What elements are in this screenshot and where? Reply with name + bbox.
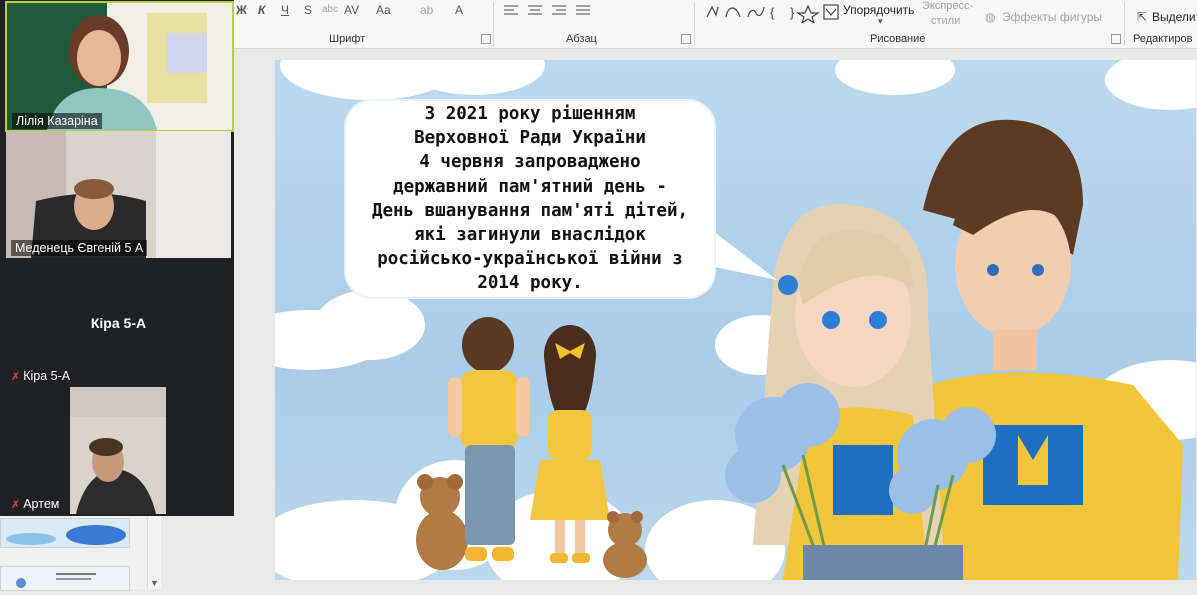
highlight-icon[interactable]: ab: [420, 1, 433, 19]
font-group-label: Шрифт: [329, 33, 366, 45]
paragraph-dialog-launcher-icon[interactable]: [681, 34, 691, 44]
editing-group-label: Редактиров: [1133, 33, 1193, 45]
participant-name: Кіра 5-А: [23, 369, 71, 383]
teens-illustration: [725, 119, 1183, 580]
participant-name-tag: ✗ Кіра 5-А: [11, 368, 74, 384]
participant-name-tag: ✗ Артем: [11, 496, 63, 512]
svg-text:{: {: [770, 5, 775, 20]
font-dialog-launcher-icon[interactable]: [481, 34, 491, 44]
slide-thumbnail[interactable]: [0, 518, 130, 548]
cursor-icon[interactable]: ⇱: [1137, 8, 1147, 26]
bubble-line: 2014 року.: [477, 273, 583, 294]
participant-video: [7, 3, 232, 130]
bubble-line: які загинули внаслідок: [414, 225, 646, 246]
drawing-dialog-launcher-icon[interactable]: [1111, 34, 1121, 44]
thumbnail-art: [16, 573, 96, 588]
select-button[interactable]: Выделить: [1152, 8, 1197, 26]
thumbnail-art: [6, 525, 126, 545]
divider: [493, 2, 494, 46]
scroll-down-icon[interactable]: ▼: [150, 578, 159, 588]
arrange-dropdown-icon[interactable]: ▾: [878, 12, 883, 30]
bubble-line: російсько-української війни з: [377, 249, 683, 270]
participant-tile[interactable]: Кіра 5-А ✗ Кіра 5-А: [6, 259, 231, 386]
cloud: [1105, 60, 1196, 110]
muted-mic-icon: ✗: [11, 499, 21, 511]
bold-button[interactable]: Ж: [236, 1, 247, 19]
participant-name: Меденець Євгеній 5 А: [11, 240, 148, 256]
change-case-button[interactable]: Aa: [376, 1, 391, 19]
shapes-gallery[interactable]: { }: [704, 3, 844, 23]
shape-effects-icon[interactable]: ◍: [985, 8, 995, 26]
svg-text:}: }: [790, 5, 795, 20]
shape-effects-button[interactable]: Эффекты фигуры: [1002, 8, 1102, 26]
participant-video: [6, 131, 231, 258]
bubble-line: державний пам'ятний день -: [393, 176, 667, 197]
participant-name: Лілія Казаріна: [12, 113, 102, 129]
paragraph-group-label: Абзац: [566, 33, 597, 45]
speech-bubble-text[interactable]: З 2021 року рішенням Верховної Ради Укра…: [350, 102, 710, 296]
cloud: [315, 290, 425, 360]
char-spacing-button[interactable]: AV: [344, 1, 359, 19]
video-call-panel: Лілія Казаріна Меденець Євгеній 5 А Кіра…: [0, 0, 234, 516]
bubble-line: З 2021 року рішенням: [424, 104, 636, 124]
slide-thumbnail[interactable]: [0, 566, 130, 591]
participant-tile[interactable]: Лілія Казаріна: [5, 1, 234, 132]
children-illustration: [416, 317, 647, 578]
cloud: [835, 60, 955, 95]
participant-tile[interactable]: ✗ Артем: [6, 387, 231, 514]
drawing-group-label: Рисование: [870, 33, 926, 45]
paragraph-align-icons[interactable]: [502, 3, 622, 19]
underline-button[interactable]: Ч: [281, 1, 289, 19]
participant-tile[interactable]: Меденець Євгеній 5 А: [6, 131, 231, 258]
muted-mic-icon: ✗: [11, 371, 21, 383]
italic-button[interactable]: К: [258, 1, 265, 19]
participant-center-name: Кіра 5-А: [90, 315, 147, 331]
shadow-button[interactable]: S: [304, 1, 312, 19]
bubble-line: 4 червня запроваджено: [419, 152, 641, 173]
divider: [694, 2, 695, 46]
quick-styles-label-2: стили: [931, 15, 961, 27]
bubble-tail: [705, 225, 777, 280]
bubble-line: День вшанування пам'яті дітей,: [371, 200, 689, 221]
participant-name: Артем: [23, 497, 60, 511]
participant-video: [70, 387, 166, 514]
bubble-line: Верховної Ради України: [414, 128, 646, 149]
strikethrough-icon[interactable]: abc: [322, 1, 338, 19]
font-color-button[interactable]: A: [455, 1, 463, 19]
slide-canvas[interactable]: З 2021 року рішенням Верховної Ради Укра…: [275, 60, 1196, 580]
divider: [1124, 2, 1125, 46]
